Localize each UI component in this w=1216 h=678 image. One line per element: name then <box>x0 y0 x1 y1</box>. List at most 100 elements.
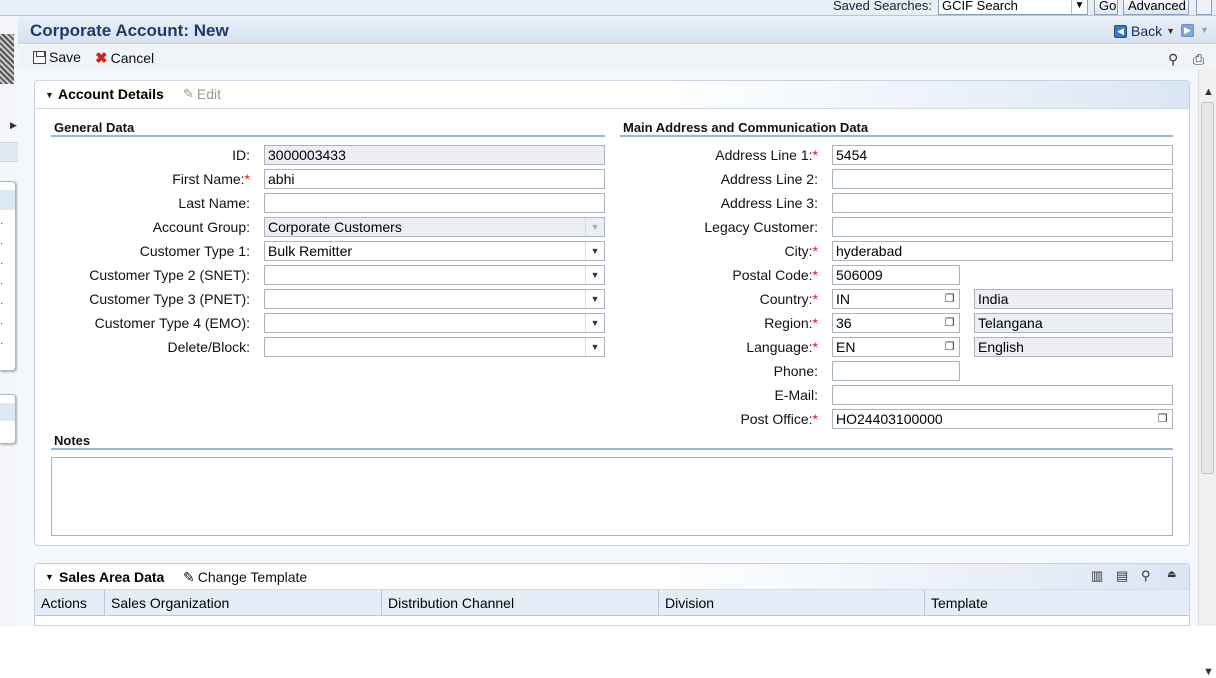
saved-search-bar: Saved Searches: GCIF Search ▼ Go Advance… <box>0 0 1216 16</box>
customer-type1-label: Customer Type 1: <box>139 243 250 259</box>
language-field[interactable]: EN ❐ <box>832 337 960 357</box>
saved-search-select[interactable]: GCIF Search ▼ <box>938 0 1088 15</box>
delete-block-label: Delete/Block: <box>167 339 250 355</box>
customer-type1-select[interactable]: Bulk Remitter ▼ <box>264 241 605 261</box>
panel-header: ▼ Account Details ✎ Edit <box>35 81 1189 109</box>
save-button[interactable]: Save <box>33 49 81 65</box>
country-field[interactable]: IN ❐ <box>832 289 960 309</box>
address-line2-field[interactable] <box>832 169 1173 189</box>
collapse-triangle-icon[interactable]: ▼ <box>45 572 54 582</box>
chevron-down-icon[interactable]: ▼ <box>585 314 604 332</box>
chevron-down-icon[interactable]: ▼ <box>1200 25 1209 35</box>
post-office-field[interactable]: HO24403100000 ❐ <box>832 409 1173 429</box>
id-label: ID: <box>232 147 250 163</box>
phone-label: Phone: <box>773 363 818 379</box>
postal-code-field[interactable]: 506009 <box>832 265 960 285</box>
expand-arrow-icon[interactable]: ▶ <box>10 120 17 131</box>
close-icon: ✖ <box>95 50 108 67</box>
saved-search-value: GCIF Search <box>942 0 1018 13</box>
value-help-icon[interactable]: ❐ <box>942 292 957 306</box>
account-group-select: Corporate Customers ▼ <box>264 217 605 237</box>
first-name-label: First Name:* <box>172 171 250 187</box>
save-label: Save <box>49 49 81 65</box>
customer-type3-select[interactable]: ▼ <box>264 289 605 309</box>
vertical-scrollbar[interactable]: ▲ ▼ <box>1198 70 1216 678</box>
chevron-down-icon[interactable]: ▼ <box>1166 26 1175 36</box>
scroll-up-icon[interactable]: ▲ <box>1203 86 1214 98</box>
nav-items-collapsed[interactable]: · · · · · · · <box>0 214 3 354</box>
chevron-down-icon[interactable]: ▼ <box>1071 0 1087 14</box>
delete-block-select[interactable]: ▼ <box>264 337 605 357</box>
collapse-triangle-icon[interactable]: ▼ <box>45 90 54 100</box>
value-help-icon[interactable]: ❐ <box>1155 412 1170 426</box>
left-navigation: ▶ · · · · · · · <box>0 16 18 626</box>
column-header-division[interactable]: Division <box>659 590 925 616</box>
address-line2-label: Address Line 2: <box>720 171 818 187</box>
change-template-button[interactable]: ✎ Change Template <box>183 569 307 586</box>
customer-type1-value: Bulk Remitter <box>268 243 353 259</box>
scroll-down-icon[interactable]: ▼ <box>1203 666 1214 678</box>
column-header-actions[interactable]: Actions <box>35 590 105 616</box>
country-name-field: India <box>974 289 1173 309</box>
city-field[interactable]: hyderabad <box>832 241 1173 261</box>
pencil-icon: ✎ <box>183 569 195 585</box>
email-label: E-Mail: <box>774 387 818 403</box>
cancel-button[interactable]: ✖ Cancel <box>95 49 154 67</box>
go-button[interactable]: Go <box>1094 0 1118 15</box>
general-data-title: General Data <box>54 120 135 135</box>
notes-textarea[interactable] <box>51 457 1173 536</box>
column-header-sales-organization[interactable]: Sales Organization <box>105 590 382 616</box>
edit-button[interactable]: ✎ Edit <box>183 86 221 102</box>
toolbar: Save ✖ Cancel ⚲ ⎙ <box>18 45 1216 70</box>
chevron-down-icon: ▼ <box>585 218 604 236</box>
logo-image <box>0 34 14 84</box>
chevron-down-icon[interactable]: ▼ <box>585 242 604 260</box>
last-name-field[interactable] <box>264 193 605 213</box>
chevron-down-icon[interactable]: ▼ <box>585 338 604 356</box>
address-line3-field[interactable] <box>832 193 1173 213</box>
column-header-template[interactable]: Template <box>925 590 1191 616</box>
first-name-field[interactable]: abhi <box>264 169 605 189</box>
address-line1-field[interactable]: 5454 <box>832 145 1173 165</box>
back-button[interactable]: ◀ Back ▼ <box>1114 23 1175 39</box>
region-field[interactable]: 36 ❐ <box>832 313 960 333</box>
scrollbar-thumb[interactable] <box>1201 102 1214 474</box>
page-title: Corporate Account: New <box>30 21 229 40</box>
value-help-icon[interactable]: ❐ <box>942 340 957 354</box>
nav-group-header[interactable] <box>0 142 18 162</box>
save-icon <box>33 50 46 64</box>
phone-field[interactable] <box>832 361 960 381</box>
post-office-label: Post Office:* <box>740 411 818 427</box>
customer-type2-select[interactable]: ▼ <box>264 265 605 285</box>
chart-icon[interactable]: ▥ <box>1091 568 1103 584</box>
value-help-icon[interactable]: ❐ <box>942 316 957 330</box>
advanced-button[interactable]: Advanced <box>1123 0 1189 15</box>
personalize-icon[interactable]: ⚲ <box>1141 568 1151 584</box>
personalize-icon[interactable]: ⚲ <box>1168 51 1178 68</box>
export-icon[interactable]: ▤ <box>1116 568 1128 584</box>
nav-panel-header[interactable] <box>0 190 15 210</box>
country-code-value: IN <box>836 291 850 307</box>
print-icon[interactable]: ⎙ <box>1193 51 1204 68</box>
legacy-customer-field[interactable] <box>832 217 1173 237</box>
change-template-label: Change Template <box>197 569 308 585</box>
last-name-label: Last Name: <box>178 195 250 211</box>
panel-title: Account Details <box>58 86 164 102</box>
post-office-value: HO24403100000 <box>836 411 943 427</box>
region-name-field: Telangana <box>974 313 1173 333</box>
back-arrow-icon: ◀ <box>1114 24 1127 38</box>
trash-icon[interactable] <box>1196 0 1212 15</box>
chevron-down-icon[interactable]: ▼ <box>585 266 604 284</box>
collapse-up-icon[interactable]: ⏏ <box>1167 569 1176 580</box>
forward-arrow-icon[interactable]: ▶ <box>1181 24 1194 37</box>
nav-panel-header[interactable] <box>0 403 15 421</box>
column-header-distribution-channel[interactable]: Distribution Channel <box>382 590 659 616</box>
customer-type4-select[interactable]: ▼ <box>264 313 605 333</box>
email-field[interactable] <box>832 385 1173 405</box>
customer-type4-label: Customer Type 4 (EMO): <box>94 315 250 331</box>
section-divider <box>51 135 605 137</box>
title-bar: Corporate Account: New ◀ Back ▼ ▶ ▼ <box>18 16 1216 44</box>
chevron-down-icon[interactable]: ▼ <box>585 290 604 308</box>
section-divider <box>51 448 1173 450</box>
address-line1-label: Address Line 1:* <box>715 147 818 163</box>
